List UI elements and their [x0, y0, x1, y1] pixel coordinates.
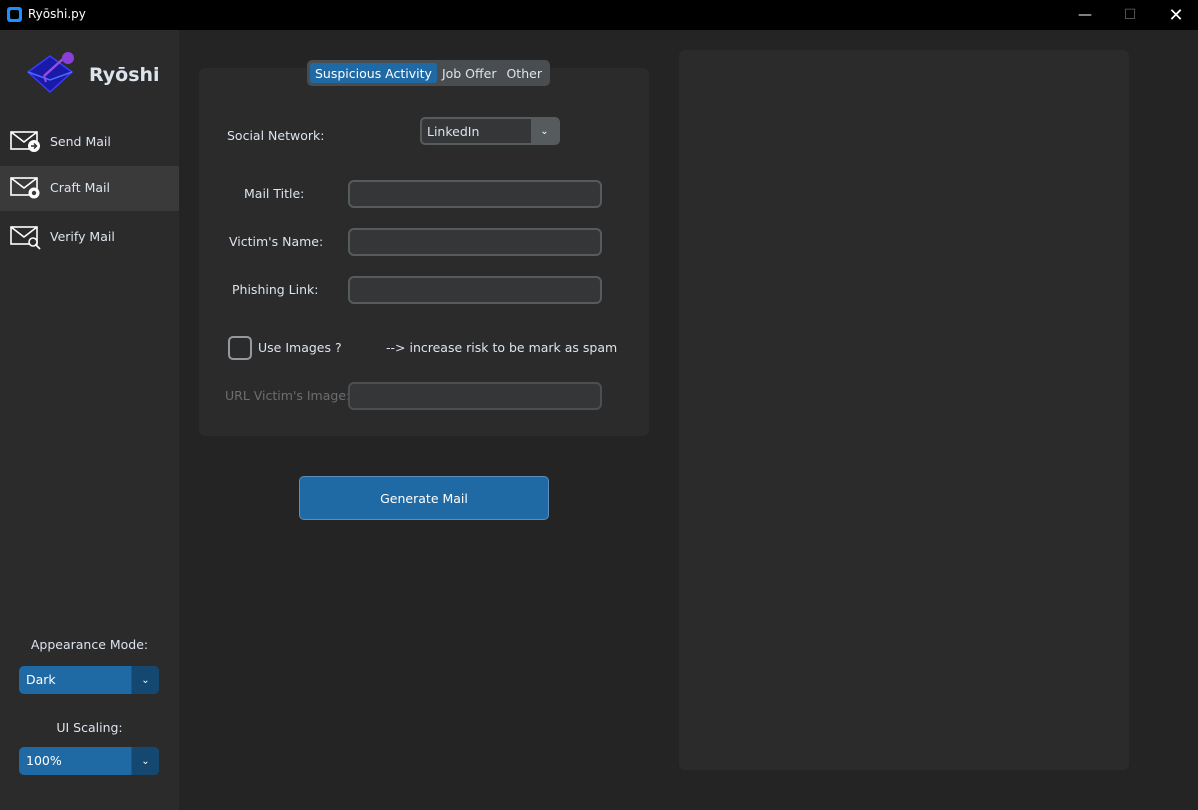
social-network-label: Social Network: — [227, 128, 325, 143]
victim-name-input[interactable] — [348, 228, 602, 256]
window-title: Ryōshi.py — [28, 7, 86, 21]
url-victim-image-input — [348, 382, 602, 410]
sidebar-item-label: Send Mail — [50, 134, 111, 149]
sidebar-item-label: Craft Mail — [50, 180, 110, 195]
tab-other[interactable]: Other — [501, 63, 547, 83]
template-tabs: Suspicious Activity Job Offer Other — [307, 60, 550, 86]
appearance-mode-label: Appearance Mode: — [30, 637, 149, 652]
ui-scaling-label: UI Scaling: — [56, 720, 123, 735]
url-victim-image-label: URL Victim's Image: — [225, 388, 351, 403]
victim-name-label: Victim's Name: — [229, 234, 324, 249]
logo-icon — [24, 50, 80, 104]
appearance-mode-value: Dark — [26, 672, 56, 687]
sidebar-item-verify-mail[interactable]: Verify Mail — [0, 215, 179, 260]
mail-preview-panel — [679, 50, 1129, 770]
social-network-value: LinkedIn — [427, 124, 480, 139]
maximize-button[interactable]: ☐ — [1107, 0, 1153, 30]
verify-mail-icon — [10, 224, 42, 254]
generate-mail-button[interactable]: Generate Mail — [299, 476, 549, 520]
app-icon — [7, 7, 22, 22]
chevron-down-icon[interactable]: ⌄ — [131, 747, 159, 775]
ui-scaling-value: 100% — [26, 753, 62, 768]
social-network-select[interactable]: LinkedIn ⌄ — [420, 117, 560, 145]
appearance-mode-select[interactable]: Dark ⌄ — [19, 666, 159, 694]
tab-suspicious-activity[interactable]: Suspicious Activity — [310, 63, 437, 83]
phishing-link-input[interactable] — [348, 276, 602, 304]
spam-warning-text: --> increase risk to be mark as spam — [386, 340, 618, 355]
brand-name: Ryōshi — [89, 64, 160, 86]
chevron-down-icon[interactable]: ⌄ — [531, 119, 558, 143]
minimize-button[interactable]: — — [1062, 0, 1108, 30]
mail-title-input[interactable] — [348, 180, 602, 208]
sidebar-item-label: Verify Mail — [50, 229, 115, 244]
title-bar: Ryōshi.py — ☐ ✕ — [0, 0, 1198, 30]
close-button[interactable]: ✕ — [1153, 0, 1198, 30]
chevron-down-icon[interactable]: ⌄ — [131, 666, 159, 694]
send-mail-icon — [10, 129, 42, 159]
craft-mail-icon — [10, 175, 42, 205]
sidebar-item-send-mail[interactable]: Send Mail — [0, 120, 179, 165]
use-images-label[interactable]: Use Images ? — [258, 340, 342, 355]
sidebar: Ryōshi Send Mail Craft Mail Verify Mail … — [0, 30, 179, 810]
mail-title-label: Mail Title: — [244, 186, 305, 201]
sidebar-item-craft-mail[interactable]: Craft Mail — [0, 166, 179, 211]
ui-scaling-select[interactable]: 100% ⌄ — [19, 747, 159, 775]
use-images-checkbox[interactable] — [228, 336, 252, 360]
phishing-link-label: Phishing Link: — [232, 282, 319, 297]
tab-job-offer[interactable]: Job Offer — [437, 63, 502, 83]
